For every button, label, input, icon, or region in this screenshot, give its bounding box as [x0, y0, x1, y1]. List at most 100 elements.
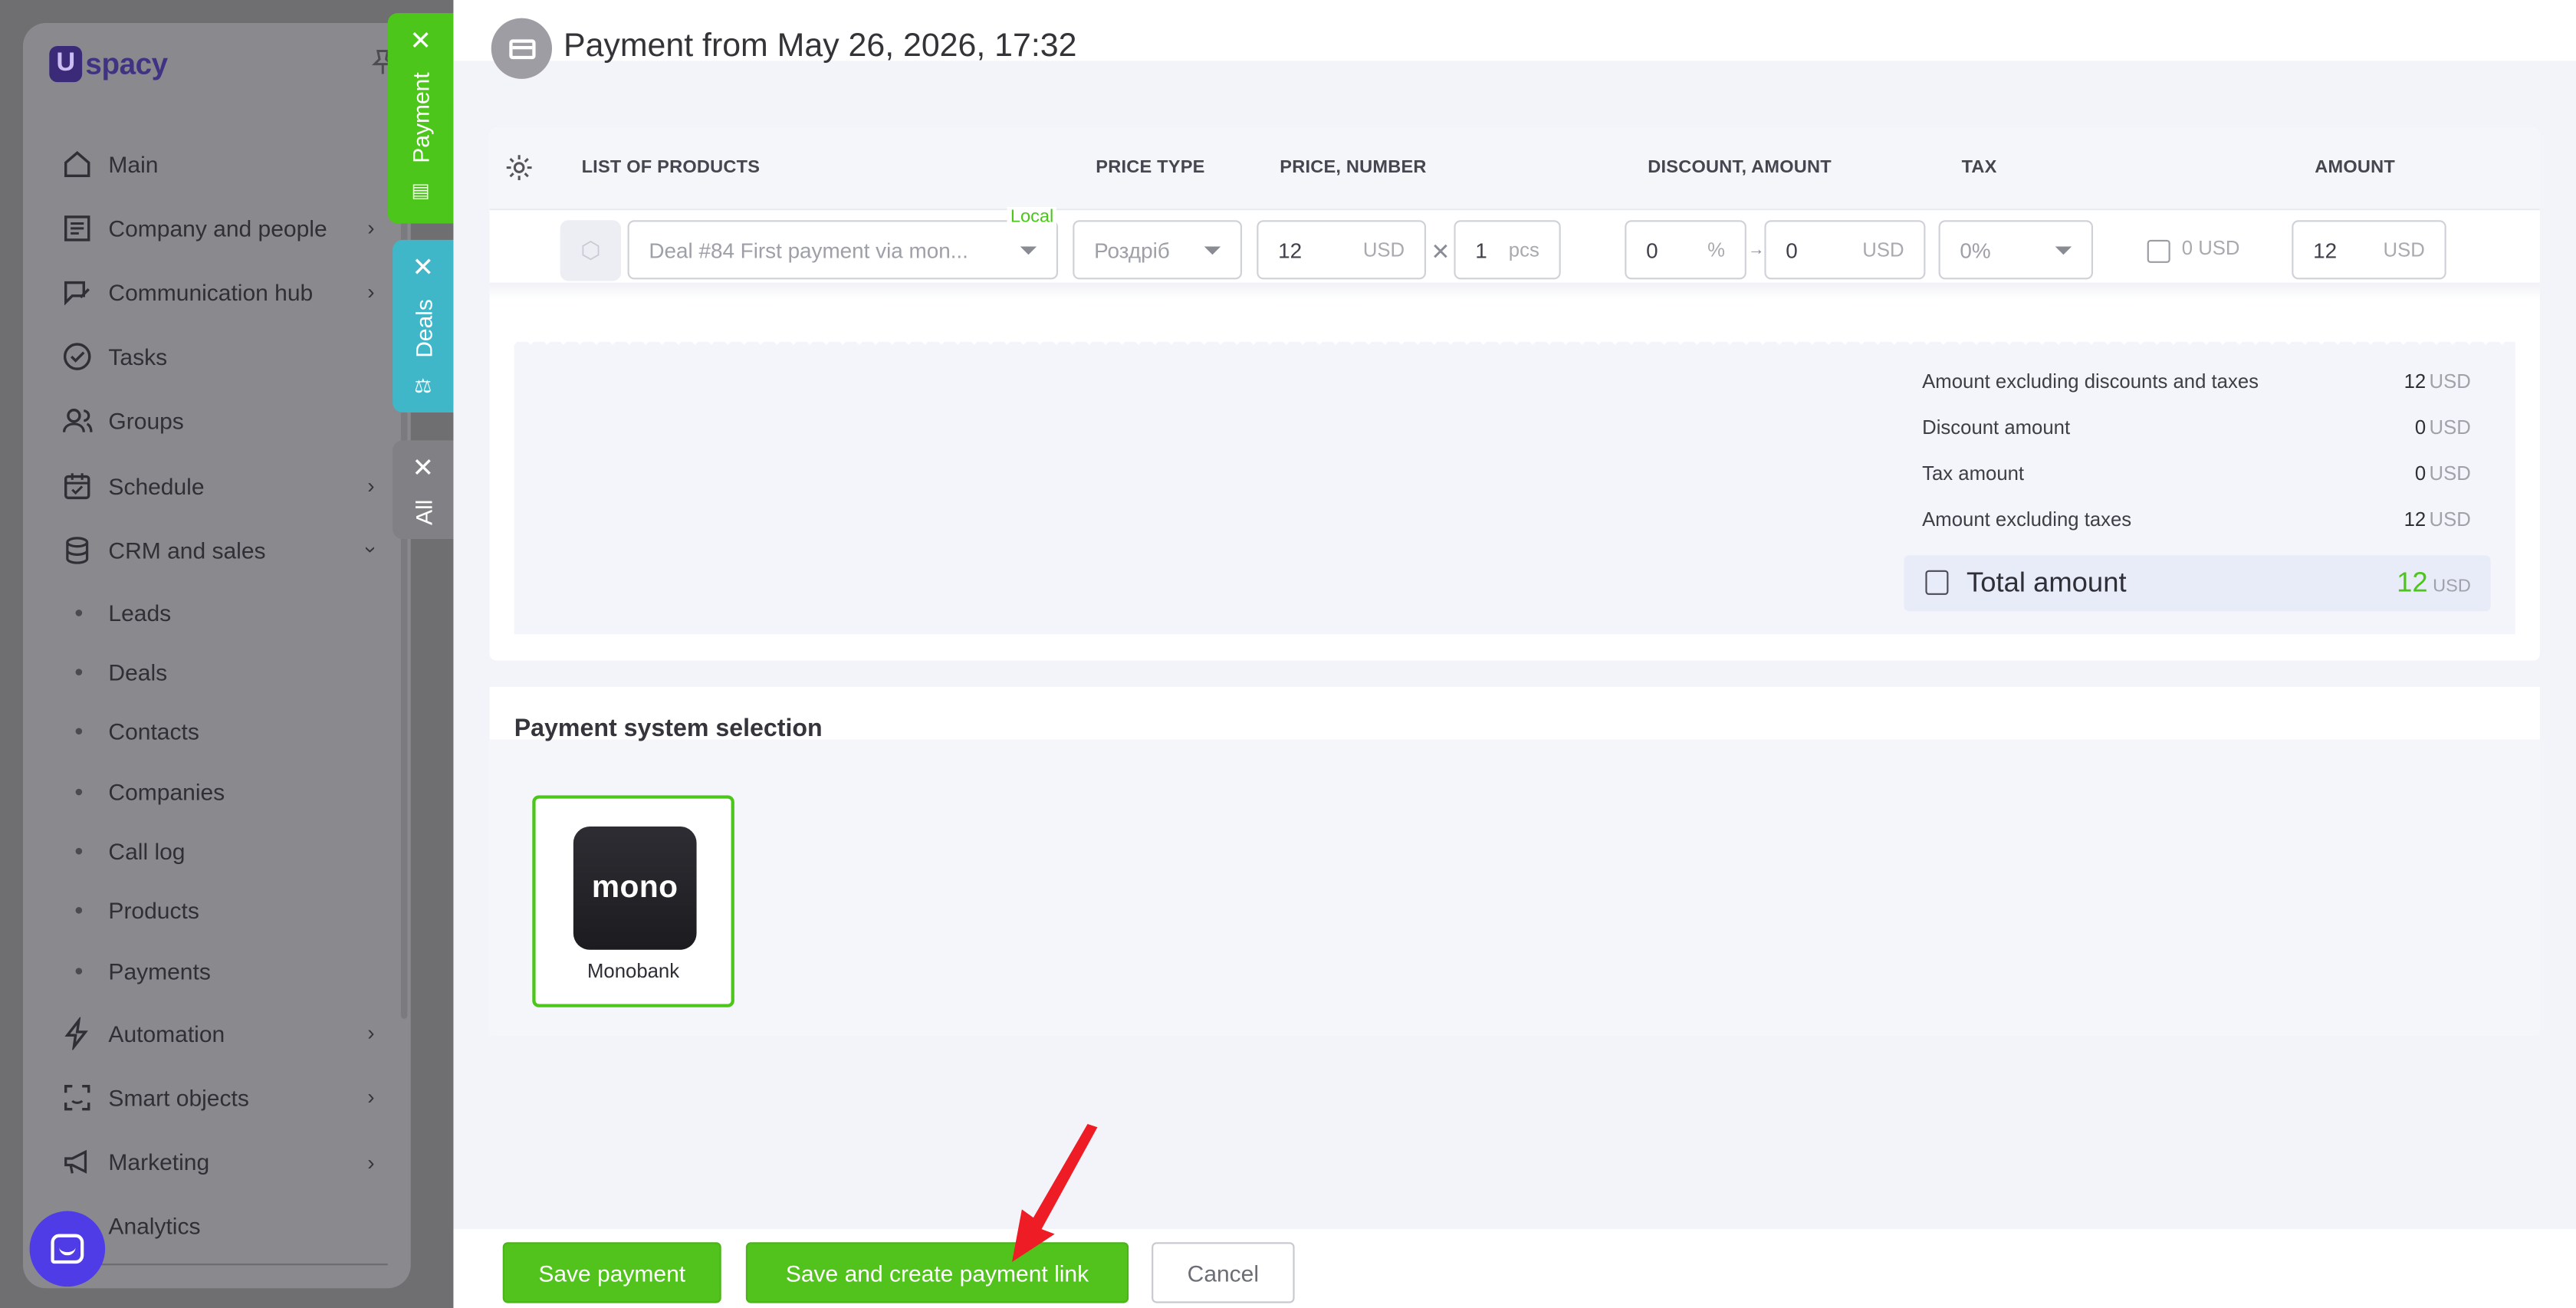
discount-percent-input[interactable]: 0 % [1625, 220, 1746, 280]
chevron-down-icon: › [358, 546, 383, 554]
zigzag-edge [514, 328, 2515, 346]
products-section: LIST OF PRODUCTS PRICE TYPE PRICE, NUMBE… [489, 128, 2540, 661]
sidebar-subitem-products[interactable]: Products [23, 881, 411, 941]
tax-included-checkbox[interactable] [2147, 239, 2170, 263]
sidebar-item-label: Communication hub [108, 279, 314, 306]
sidebar-subitem-payments[interactable]: Payments [23, 941, 411, 1001]
sidebar-subitem-label: Products [108, 898, 199, 925]
monobank-logo: mono [573, 827, 697, 950]
summary-label: Amount excluding discounts and taxes [1922, 370, 2259, 393]
col-header-products: LIST OF PRODUCTS [581, 157, 761, 178]
sidebar-item-schedule[interactable]: Schedule › [23, 453, 411, 518]
payment-panel: Payment from May 26, 2026, 17:32 LIST OF… [453, 0, 2576, 1308]
tax-amount-unit: USD [2198, 236, 2240, 260]
summary-row: Tax amount 0 USD [1922, 462, 2471, 485]
payment-option-monobank[interactable]: mono Monobank [532, 795, 734, 1007]
users-icon [59, 403, 95, 439]
product-placeholder-icon[interactable]: ⬡ [560, 220, 621, 281]
chevron-down-icon [1204, 246, 1221, 255]
megaphone-icon [59, 1144, 95, 1180]
summary-label: Amount excluding taxes [1922, 508, 2132, 531]
tax-select[interactable]: 0% [1938, 220, 2093, 280]
bullet-dot [75, 968, 83, 974]
sidebar-item-automation[interactable]: Automation › [23, 1001, 411, 1065]
sidebar-item-label: Main [108, 150, 159, 177]
sidebar-item-tasks[interactable]: Tasks [23, 324, 411, 389]
product-select[interactable]: Deal #84 First payment via mon... [627, 220, 1058, 280]
summary-row: Discount amount 0 USD [1922, 416, 2471, 439]
tax-value: 0% [1960, 237, 1991, 262]
product-name: Deal #84 First payment via mon... [649, 237, 968, 262]
col-header-tax: TAX [1961, 157, 1997, 178]
bullet-dot [75, 908, 83, 915]
summary-value: 0 [2414, 416, 2426, 439]
discount-amount-input[interactable]: 0 USD [1764, 220, 1926, 280]
amount-value: 12 [2313, 237, 2338, 262]
sidebar-subitem-companies[interactable]: Companies [23, 761, 411, 821]
sidebar-item-smart-objects[interactable]: Smart objects › [23, 1065, 411, 1129]
chevron-right-icon: › [367, 215, 375, 241]
close-icon[interactable]: ✕ [412, 456, 434, 483]
sidebar-item-main[interactable]: Main [23, 131, 411, 196]
tab-all[interactable]: ✕ All [393, 440, 454, 539]
price-unit: USD [1362, 238, 1405, 261]
sidebar-subitem-contacts[interactable]: Contacts [23, 702, 411, 761]
sidebar-subitem-call-log[interactable]: Call log [23, 821, 411, 881]
sidebar-item-label: Smart objects [108, 1084, 249, 1111]
scan-face-icon [59, 1080, 95, 1116]
chat-icon [51, 1234, 84, 1264]
sidebar-item-communication[interactable]: Communication hub › [23, 260, 411, 324]
col-header-amount: AMOUNT [2315, 157, 2396, 178]
multiply-icon: ✕ [1431, 238, 1451, 265]
sidebar-divider [52, 1264, 388, 1266]
price-type-select[interactable]: Роздріб [1073, 220, 1242, 280]
sidebar-item-label: Schedule [108, 472, 205, 499]
sidebar-item-crm[interactable]: CRM and sales › [23, 518, 411, 582]
support-chat-button[interactable] [29, 1211, 106, 1287]
sidebar: U spacy Main Company and people › Commun… [23, 23, 411, 1289]
page-title: Payment from May 26, 2026, 17:32 [564, 28, 1077, 64]
quantity-input[interactable]: 1 pcs [1454, 220, 1561, 280]
chat-edit-icon [59, 274, 95, 311]
total-unit: USD [2433, 577, 2471, 596]
discount-amount-unit: USD [1862, 238, 1904, 261]
cancel-button[interactable]: Cancel [1152, 1242, 1295, 1303]
local-badge: Local [1007, 207, 1057, 227]
tab-payment[interactable]: ✕ Payment ▤ [387, 13, 454, 224]
sidebar-subitem-label: Leads [108, 599, 172, 626]
handshake-icon: ⚖ [414, 374, 432, 398]
sidebar-subitem-deals[interactable]: Deals [23, 642, 411, 702]
sidebar-subitem-label: Payments [108, 958, 211, 984]
product-row: ⬡ Deal #84 First payment via mon... Loca… [489, 207, 2540, 283]
close-icon[interactable]: ✕ [409, 29, 432, 56]
section-title: Payment system selection [514, 715, 823, 743]
sidebar-item-groups[interactable]: Groups [23, 389, 411, 453]
price-input[interactable]: 12 USD [1257, 220, 1426, 280]
sidebar-subitem-label: Call log [108, 838, 186, 865]
chevron-right-icon: › [367, 473, 375, 498]
chevron-right-icon: › [367, 1085, 375, 1110]
app-logo[interactable]: U spacy [49, 46, 168, 83]
col-header-price-type: PRICE TYPE [1096, 157, 1205, 178]
logo-mark: U [49, 46, 83, 83]
sidebar-item-company[interactable]: Company and people › [23, 196, 411, 260]
sidebar-item-label: Tasks [108, 343, 168, 370]
gear-icon[interactable] [504, 153, 537, 186]
amount-input[interactable]: 12 USD [2292, 220, 2446, 280]
payment-system-section: mono Monobank Payment system selection [489, 686, 2540, 1036]
bullet-dot [75, 848, 83, 855]
payment-option-name: Monobank [587, 959, 680, 983]
amount-unit: USD [2383, 238, 2425, 261]
receipt-icon: ▤ [411, 179, 430, 203]
tab-deals[interactable]: ✕ Deals ⚖ [393, 239, 454, 412]
total-value: 12 [2397, 567, 2428, 599]
sidebar-item-marketing[interactable]: Marketing › [23, 1129, 411, 1194]
tab-label: Deals [409, 299, 436, 358]
summary-unit: USD [2429, 462, 2471, 485]
summary-row: Amount excluding discounts and taxes 12 U… [1922, 370, 2471, 393]
price-type-value: Роздріб [1094, 237, 1170, 262]
sidebar-subitem-leads[interactable]: Leads [23, 582, 411, 642]
save-payment-button[interactable]: Save payment [502, 1242, 721, 1303]
sidebar-item-label: Company and people [108, 215, 327, 242]
close-icon[interactable]: ✕ [412, 255, 434, 282]
